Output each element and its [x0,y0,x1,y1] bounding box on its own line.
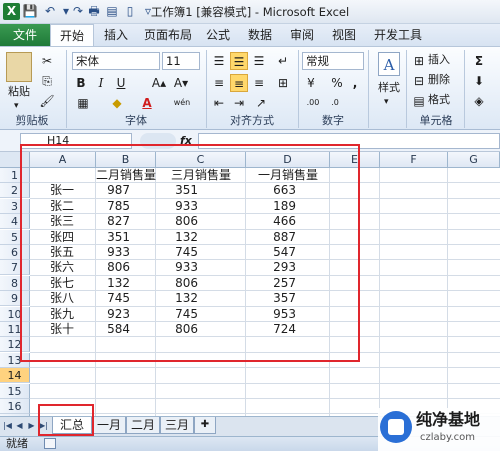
format-cells-button[interactable]: 格式 [428,92,450,108]
fill-icon[interactable]: ⬇ [470,72,488,90]
italic-button[interactable]: I [92,74,110,92]
delete-cells-icon[interactable]: ⊟ [410,72,428,90]
row-header-14[interactable]: 14 [0,368,30,384]
font-color-icon[interactable]: A [138,94,156,112]
insert-cells-button[interactable]: 插入 [428,52,450,68]
grid-row-line [30,382,500,384]
underline-button[interactable]: U [112,74,130,92]
border-icon[interactable]: ▦ [74,94,92,112]
grid-column-line [447,168,448,416]
sheet-tab-mar[interactable]: 三月 [160,417,194,434]
insert-cells-icon[interactable]: ⊞ [410,52,428,70]
align-middle-icon[interactable]: ☰ [230,52,248,70]
watermark-url: czlaby.com [420,432,476,443]
phonetic-icon[interactable]: wén [170,94,194,112]
decrease-indent-icon[interactable]: ⇤ [210,94,228,112]
merge-center-icon[interactable]: ⊞ [274,74,292,92]
sheet-tab-highlight-box [38,404,94,436]
insert-sheet-icon[interactable]: ✚ [194,417,216,434]
align-top-icon[interactable]: ☰ [210,52,228,70]
decrease-decimal-icon[interactable]: .0 [326,94,344,112]
increase-indent-icon[interactable]: ⇥ [230,94,248,112]
tab-review[interactable]: 审阅 [284,24,320,46]
tab-file[interactable]: 文件 [0,24,50,46]
column-header-f[interactable]: F [380,152,448,168]
group-divider [368,50,369,128]
group-divider [206,50,207,128]
group-label-font: 字体 [125,114,147,127]
group-label-alignment: 对齐方式 [230,114,274,127]
row-header-16[interactable]: 16 [0,399,30,414]
sheet-tab-jan[interactable]: 一月 [92,417,126,434]
tab-insert[interactable]: 插入 [98,24,134,46]
grid-row-line [30,398,500,399]
prev-sheet-icon[interactable]: ◀ [14,419,25,432]
watermark-logo-inner [388,419,404,435]
tab-data[interactable]: 数据 [242,24,278,46]
grid-row-line [30,367,500,369]
first-sheet-icon[interactable]: |◀ [2,419,13,432]
autosum-icon[interactable]: Σ [470,52,488,70]
wrap-text-icon[interactable]: ↵ [274,52,292,70]
macro-record-icon[interactable] [44,438,56,449]
orientation-icon[interactable]: ↗ [252,94,270,112]
paste-icon[interactable] [6,52,32,82]
tab-developer[interactable]: 开发工具 [370,24,426,46]
increase-decimal-icon[interactable]: .00 [304,94,322,112]
align-right-icon[interactable]: ≡ [250,74,268,92]
group-label-clipboard: 剪贴板 [15,114,49,127]
copy-icon[interactable]: ⎘ [38,72,56,90]
paste-dropdown-icon[interactable]: ▾ [14,98,19,114]
paste-button-label[interactable]: 粘贴 [8,84,30,100]
next-sheet-icon[interactable]: ▶ [26,419,37,432]
styles-dropdown-icon[interactable]: ▾ [384,94,389,110]
align-left-icon[interactable]: ≡ [210,74,228,92]
group-divider [66,50,67,128]
bold-button[interactable]: B [72,74,90,92]
accounting-format-icon[interactable]: ¥ [302,74,320,92]
grid-column-line [379,168,380,416]
delete-cells-button[interactable]: 删除 [428,72,450,88]
watermark-title: 纯净基地 [416,410,481,429]
styles-button-label[interactable]: 样式 [378,80,400,96]
group-divider [298,50,299,128]
fill-color-icon[interactable]: ◆ [108,94,126,112]
format-cells-icon[interactable]: ▤ [410,92,428,110]
tab-page-layout[interactable]: 页面布局 [140,24,196,46]
font-name-select[interactable]: 宋体 [72,52,160,70]
format-painter-icon[interactable]: 🖌 [38,92,56,110]
status-text: 就绪 [6,437,28,450]
styles-icon[interactable]: A [378,52,400,76]
comma-style-icon[interactable]: , [346,74,364,92]
font-grow-icon[interactable]: A▴ [150,74,168,92]
percent-icon[interactable]: % [328,74,346,92]
highlight-box [20,144,360,362]
sheet-tab-feb[interactable]: 二月 [126,417,160,434]
clear-icon[interactable]: ◈ [470,92,488,110]
group-divider [406,50,407,128]
window-title: 工作簿1 [兼容模式] - Microsoft Excel [150,5,350,19]
group-label-cells: 单元格 [419,114,453,127]
tab-home[interactable]: 开始 [50,24,94,46]
cut-icon[interactable]: ✂ [38,52,56,70]
font-size-select[interactable]: 11 [162,52,200,70]
tab-view[interactable]: 视图 [326,24,362,46]
number-format-select[interactable]: 常规 [302,52,364,70]
align-bottom-icon[interactable]: ☰ [250,52,268,70]
font-shrink-icon[interactable]: A▾ [172,74,190,92]
group-divider [464,50,465,128]
row-header-15[interactable]: 15 [0,383,30,399]
group-label-number: 数字 [322,114,344,127]
align-center-icon[interactable]: ≡ [230,74,248,92]
column-header-g[interactable]: G [448,152,500,168]
tab-formulas[interactable]: 公式 [200,24,236,46]
